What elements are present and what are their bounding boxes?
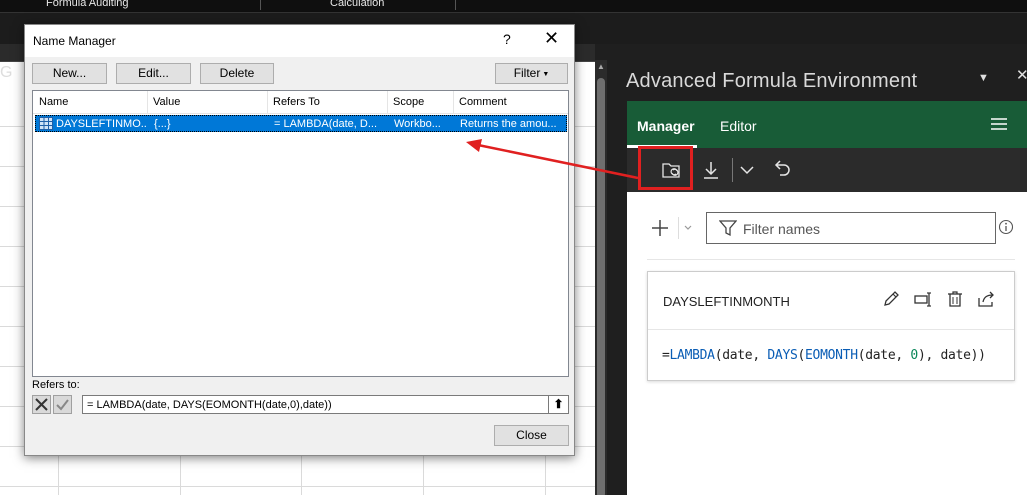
dialog-titlebar[interactable]: Name Manager ? ✕ <box>25 25 574 57</box>
chevron-down-icon: ▼ <box>542 71 550 78</box>
refers-to-input[interactable]: = LAMBDA(date, DAYS(EOMONTH(date,0),date… <box>82 395 569 414</box>
section-divider <box>647 259 1015 260</box>
formula-token: = <box>662 348 670 363</box>
card-divider <box>648 329 1014 330</box>
pane-close-icon[interactable]: ✕ <box>1016 66 1027 84</box>
add-options-chevron-down-icon[interactable] <box>682 222 694 234</box>
ribbon-group-calculation: Calculation <box>330 0 385 9</box>
ribbon-divider <box>455 0 456 10</box>
afe-task-pane: Advanced Formula Environment ▼ ✕ Manager… <box>612 44 1027 495</box>
cell-scope: Workbo... <box>394 118 441 130</box>
ribbon-group-formula-auditing: Formula Auditing <box>46 0 129 9</box>
refers-to-value: = LAMBDA(date, DAYS(EOMONTH(date,0),date… <box>87 399 332 411</box>
formula-text: =LAMBDA(date, DAYS(EOMONTH(date, 0), dat… <box>662 348 986 363</box>
cancel-edit-icon[interactable] <box>32 395 51 414</box>
filter-button[interactable]: Filter ▼ <box>495 63 568 84</box>
scroll-up-arrow-icon[interactable]: ▲ <box>597 62 605 71</box>
list-header: Name Value Refers To Scope Comment <box>33 91 568 114</box>
cell-comment: Returns the amou... <box>460 118 557 130</box>
trash-icon[interactable] <box>944 288 966 310</box>
column-divider[interactable] <box>387 91 388 114</box>
dialog-title: Name Manager <box>33 34 116 48</box>
column-header-scope[interactable]: Scope <box>393 96 424 108</box>
card-name: DAYSLEFTINMONTH <box>663 294 790 309</box>
formula-token: (date, <box>857 348 911 363</box>
column-divider[interactable] <box>147 91 148 114</box>
formula-function-token: EOMONTH <box>805 348 858 363</box>
ribbon-divider <box>260 0 261 10</box>
close-icon[interactable]: ✕ <box>544 28 559 49</box>
formula-number-token: 0 <box>910 348 918 363</box>
column-divider[interactable] <box>453 91 454 114</box>
scrollbar-thumb[interactable] <box>597 78 605 495</box>
afe-pane-title: Advanced Formula Environment <box>626 70 918 92</box>
table-row[interactable]: DAYSLEFTINMO... {...} = LAMBDA(date, D..… <box>35 115 567 132</box>
share-export-icon[interactable] <box>975 288 997 310</box>
rename-icon[interactable] <box>912 288 934 310</box>
formula-token: (date, <box>714 348 768 363</box>
formula-token: ( <box>797 348 806 363</box>
filter-names-input[interactable]: Filter names <box>706 212 996 244</box>
collapse-dialog-button[interactable]: ⬆ <box>548 396 568 413</box>
new-button-label: New... <box>52 66 87 80</box>
cell-value: {...} <box>154 118 171 130</box>
filter-button-label: Filter <box>513 66 541 80</box>
name-card[interactable]: DAYSLEFTINMONTH =LAMBDA(date, DAYS(EOMON… <box>647 271 1015 381</box>
edit-pencil-icon[interactable] <box>880 288 902 310</box>
ribbon-group-labels: Formula Auditing Calculation <box>0 0 1027 12</box>
formula-function-token: DAYS <box>767 348 798 363</box>
add-icon[interactable] <box>649 217 671 239</box>
column-header-refers-to[interactable]: Refers To <box>273 96 320 108</box>
grid-line <box>0 486 595 487</box>
annotation-highlight-box <box>638 146 693 190</box>
hamburger-menu-icon[interactable] <box>991 117 1007 131</box>
close-button[interactable]: Close <box>494 425 569 446</box>
filter-placeholder: Filter names <box>743 221 821 237</box>
close-button-label: Close <box>516 428 547 442</box>
afe-nav-bar: Manager Editor <box>627 101 1027 148</box>
formula-token: ), date)) <box>917 348 986 363</box>
confirm-edit-icon[interactable] <box>53 395 72 414</box>
refers-to-label: Refers to: <box>32 379 80 391</box>
names-list[interactable]: Name Value Refers To Scope Comment DAYSL… <box>32 90 569 377</box>
cell-refers-to: = LAMBDA(date, D... <box>274 118 378 130</box>
download-icon[interactable] <box>693 148 729 192</box>
column-header-comment[interactable]: Comment <box>459 96 507 108</box>
info-icon[interactable] <box>998 219 1014 235</box>
arrow-up-icon: ⬆ <box>553 397 564 411</box>
name-manager-dialog: Name Manager ? ✕ New... Edit... Delete F… <box>24 24 575 456</box>
partial-glyph: G <box>0 64 13 81</box>
formula-function-token: LAMBDA <box>669 348 715 363</box>
edit-button-label: Edit... <box>138 66 169 80</box>
add-divider <box>678 217 679 239</box>
column-header-name[interactable]: Name <box>39 96 68 108</box>
tab-manager[interactable]: Manager <box>637 118 695 134</box>
tab-editor[interactable]: Editor <box>720 118 757 134</box>
filter-funnel-icon <box>719 220 737 237</box>
delete-button-label: Delete <box>219 66 255 80</box>
undo-icon[interactable] <box>763 148 799 192</box>
pane-options-chevron-icon[interactable]: ▼ <box>978 72 989 84</box>
delete-button[interactable]: Delete <box>200 63 274 84</box>
column-header-value[interactable]: Value <box>153 96 180 108</box>
help-icon[interactable]: ? <box>503 31 511 47</box>
chevron-down-icon[interactable] <box>729 148 765 192</box>
cell-name: DAYSLEFTINMO... <box>56 118 146 130</box>
afe-filter-row: Filter names <box>627 209 1027 249</box>
edit-button[interactable]: Edit... <box>116 63 191 84</box>
vertical-scrollbar[interactable]: ▲ <box>595 60 607 495</box>
column-divider[interactable] <box>267 91 268 114</box>
new-button[interactable]: New... <box>32 63 107 84</box>
named-range-table-icon <box>39 117 53 130</box>
